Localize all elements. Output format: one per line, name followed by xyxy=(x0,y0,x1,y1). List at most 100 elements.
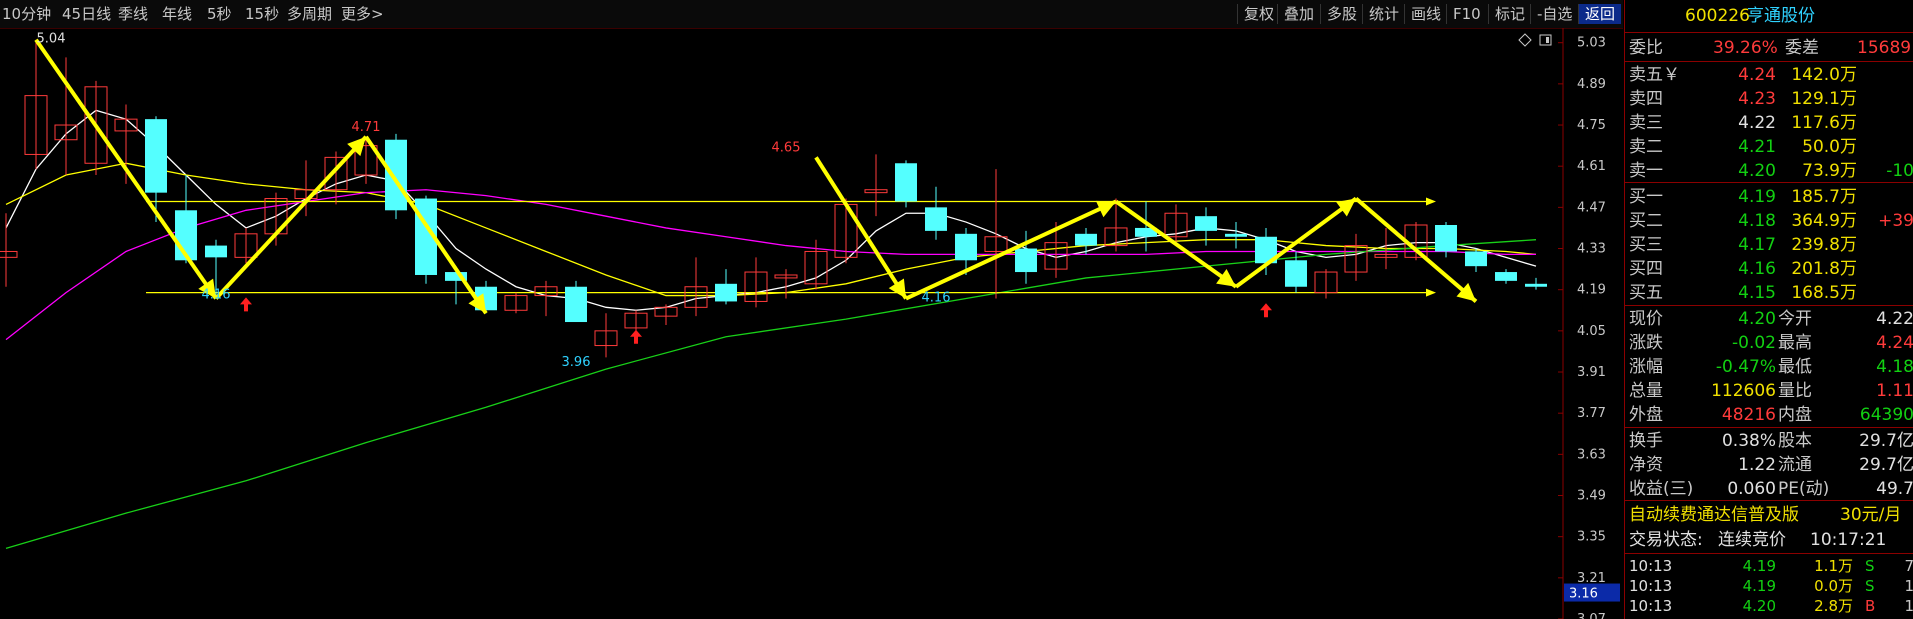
bid-row[interactable]: 买三 4.17 239.8万 xyxy=(1625,233,1913,257)
candle-body-down[interactable] xyxy=(925,207,947,231)
bid-label: 买五 xyxy=(1629,283,1663,303)
candle-body-up[interactable] xyxy=(0,250,18,258)
bid-label: 买二 xyxy=(1629,211,1663,231)
tool-tab-7[interactable]: -自选 xyxy=(1530,4,1578,24)
candlestick-chart[interactable]: 5.03 4.89 4.75 4.61 4.47 4.33 4.19 4.05 3.91 3.77… xyxy=(0,28,1623,619)
bid-label: 买三 xyxy=(1629,235,1663,255)
ask-label: 卖二 xyxy=(1629,137,1663,157)
stat-value: 64390 xyxy=(1859,405,1913,425)
stat-label: 量比 xyxy=(1778,381,1812,401)
trade-status-value: 连续竞价 xyxy=(1718,530,1786,550)
bid-row[interactable]: 买二 4.18 364.9万 +39 xyxy=(1625,209,1913,233)
bid-label: 买四 xyxy=(1629,259,1663,279)
fundamental-row: 收益(三) 0.060 PE(动) 49.7 xyxy=(1625,477,1913,501)
y-tick-label: 4.19 xyxy=(1577,283,1606,298)
stat-label: 今开 xyxy=(1778,309,1812,329)
tick-volume: 2.8万 xyxy=(1814,597,1853,615)
ask-row[interactable]: 卖四 4.23 129.1万 xyxy=(1625,87,1913,111)
tick-count: 1 xyxy=(1904,597,1913,615)
trend-arrowhead-5 xyxy=(1216,268,1236,287)
candle-body-down[interactable] xyxy=(895,163,917,202)
stat-value: 4.24 xyxy=(1876,333,1913,353)
tick-row: 10:13 4.20 2.8万 B 1 xyxy=(1625,596,1913,616)
candle-body-down[interactable] xyxy=(715,283,737,302)
price-annotation: 4.16 xyxy=(922,290,951,305)
ask-row[interactable]: 卖一 4.20 73.9万 -10 xyxy=(1625,159,1913,183)
ask-label: 卖四 xyxy=(1629,89,1663,109)
candle-body-down[interactable] xyxy=(1435,225,1457,252)
stock-header: 600226 亨通股份 xyxy=(1625,4,1913,28)
bid-row[interactable]: 买五 4.15 168.5万 xyxy=(1625,281,1913,305)
tool-tab-5[interactable]: F10 xyxy=(1446,4,1487,24)
stat-value: 0.060 xyxy=(1727,479,1776,499)
tool-tab-0[interactable]: 复权 xyxy=(1237,4,1280,24)
quote-stat-row: 现价 4.20 今开 4.22 xyxy=(1625,307,1913,331)
period-tab-2[interactable]: 季线 xyxy=(118,4,148,24)
period-tab-1[interactable]: 45日线 xyxy=(62,4,111,24)
tool-tab-8[interactable]: 返回 xyxy=(1578,4,1622,24)
tick-price: 4.19 xyxy=(1742,577,1776,595)
period-tab-0[interactable]: 10分钟 xyxy=(2,4,51,24)
tick-row: 10:13 4.19 0.0万 S 1 xyxy=(1625,576,1913,596)
stat-value: -0.02 xyxy=(1732,333,1776,353)
candle-body-down[interactable] xyxy=(1525,283,1547,287)
stat-label: 换手 xyxy=(1629,431,1663,451)
candle-body-down[interactable] xyxy=(385,139,407,211)
tick-side: S xyxy=(1865,577,1875,595)
candle-body-down[interactable] xyxy=(145,119,167,193)
ask-row[interactable]: 卖三 4.22 117.6万 xyxy=(1625,111,1913,135)
candle-body-down[interactable] xyxy=(1225,233,1247,237)
candle-body-down[interactable] xyxy=(565,286,587,323)
tool-tab-4[interactable]: 画线 xyxy=(1404,4,1447,24)
period-tab-4[interactable]: 5秒 xyxy=(207,4,232,24)
weibi-label: 委比 xyxy=(1629,38,1663,58)
stat-value: 1.11 xyxy=(1876,381,1913,401)
quote-stat-row: 外盘 48216 内盘 64390 xyxy=(1625,403,1913,427)
weicha-value: 15689 xyxy=(1857,38,1912,58)
bid-price: 4.19 xyxy=(1738,187,1776,207)
ask-volume: 117.6万 xyxy=(1791,113,1857,133)
candle-body-down[interactable] xyxy=(1285,260,1307,287)
promo-banner[interactable]: 自动续费通达信普及版 30元/月 xyxy=(1625,503,1913,527)
y-tick-label: 4.33 xyxy=(1577,242,1606,257)
candle-body-down[interactable] xyxy=(1015,248,1037,273)
bid-row[interactable]: 买四 4.16 201.8万 xyxy=(1625,257,1913,281)
promo-price[interactable]: 30元/月 xyxy=(1840,503,1901,527)
stat-value: -0.47% xyxy=(1715,357,1776,377)
y-tick-label: 4.61 xyxy=(1577,159,1606,174)
price-annotation: 4.71 xyxy=(352,120,381,135)
period-tab-7[interactable]: 更多> xyxy=(341,4,384,24)
candle-body-down[interactable] xyxy=(955,233,977,261)
candle-body-down[interactable] xyxy=(1465,251,1487,267)
ask-row[interactable]: 卖五￥ 4.24 142.0万 xyxy=(1625,63,1913,87)
candle-body-down[interactable] xyxy=(1495,272,1517,281)
tool-tab-6[interactable]: 标记 xyxy=(1488,4,1531,24)
stock-code: 600226 xyxy=(1685,6,1750,26)
y-tick-label: 4.05 xyxy=(1577,324,1606,339)
tool-tab-2[interactable]: 多股 xyxy=(1320,4,1363,24)
candle-body-down[interactable] xyxy=(1075,233,1097,246)
stat-value: 1.22 xyxy=(1738,455,1776,475)
candle-body-down[interactable] xyxy=(205,245,227,258)
stat-value: 0.38% xyxy=(1721,431,1776,451)
tool-tab-3[interactable]: 统计 xyxy=(1362,4,1405,24)
period-tab-5[interactable]: 15秒 xyxy=(245,4,279,24)
tick-volume: 0.0万 xyxy=(1814,577,1853,595)
tick-price: 4.20 xyxy=(1742,597,1776,615)
trend-arrow-line-7 xyxy=(1354,197,1478,303)
promo-text[interactable]: 自动续费通达信普及版 xyxy=(1629,503,1799,527)
candle-body-down[interactable] xyxy=(1195,216,1217,231)
period-tab-6[interactable]: 多周期 xyxy=(287,4,332,24)
period-tab-3[interactable]: 年线 xyxy=(162,4,192,24)
y-tick-label: 4.47 xyxy=(1577,200,1606,215)
tool-tab-1[interactable]: 叠加 xyxy=(1277,4,1320,24)
ask-row[interactable]: 卖二 4.21 50.0万 xyxy=(1625,135,1913,159)
bid-price: 4.17 xyxy=(1738,235,1776,255)
bid-row[interactable]: 买一 4.19 185.7万 xyxy=(1625,185,1913,209)
diamond-icon[interactable] xyxy=(1518,33,1532,47)
price-annotation: 4.16 xyxy=(202,288,231,303)
bid-change: +39 xyxy=(1878,211,1913,231)
window-icon[interactable] xyxy=(1539,34,1552,46)
stat-value: 29.7亿 xyxy=(1859,431,1913,451)
stat-label: 股本 xyxy=(1778,431,1812,451)
